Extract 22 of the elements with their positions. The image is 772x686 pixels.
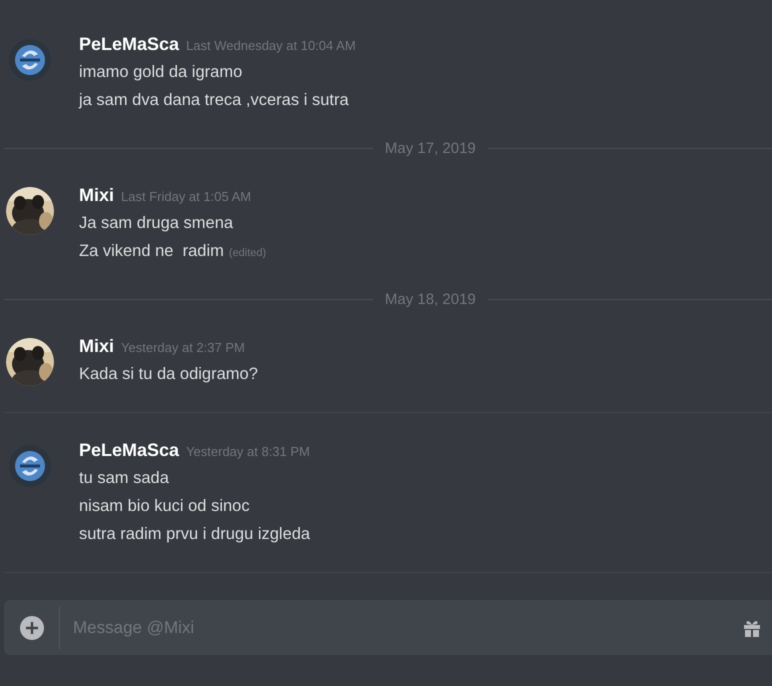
message-text: imamo gold da igramo (79, 62, 242, 82)
date-divider: May 17, 2019 (384, 140, 477, 156)
timestamp: Last Wednesday at 10:04 AM (186, 38, 356, 53)
message-text: ja sam dva dana treca ,vceras i sutra (79, 90, 349, 110)
message-text: Za vikend ne radim (79, 242, 224, 260)
timestamp: Yesterday at 8:31 PM (186, 444, 310, 459)
message-text: tu sam sada (79, 468, 169, 488)
date-divider: May 18, 2019 (384, 290, 477, 308)
add-icon[interactable] (19, 614, 45, 640)
avatar-icon[interactable] (6, 36, 54, 84)
message-text: nisam bio kuci od sinoc (79, 496, 250, 516)
username[interactable]: PeLeMaSca (79, 440, 180, 460)
message-text: Kada si tu da odigramo? (79, 364, 258, 384)
message-text: Ja sam druga smena (79, 214, 234, 232)
message-text: sutra radim prvu i drugu izgleda (79, 524, 310, 544)
timestamp: Yesterday at 2:37 PM (121, 340, 245, 355)
avatar-icon[interactable] (6, 442, 54, 490)
timestamp: Last Friday at 1:05 AM (121, 189, 252, 204)
username[interactable]: Mixi (79, 184, 114, 206)
username[interactable]: PeLeMaSca (79, 34, 180, 54)
username[interactable]: Mixi (79, 336, 114, 356)
edited-label: (edited) (228, 246, 266, 258)
